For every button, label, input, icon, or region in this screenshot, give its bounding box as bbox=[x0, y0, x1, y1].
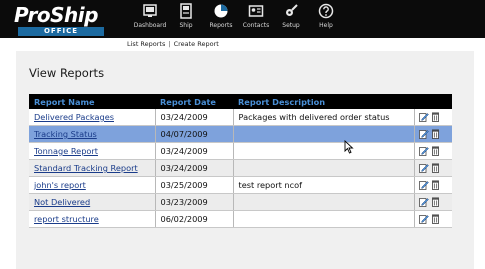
delete-icon[interactable] bbox=[431, 180, 440, 191]
nav-setup-label: Setup bbox=[282, 22, 300, 29]
nav-ship[interactable]: Ship bbox=[166, 3, 206, 29]
report-actions-cell bbox=[414, 125, 452, 143]
table-row[interactable]: Tonnage Report 03/24/2009 bbox=[29, 142, 452, 160]
report-name-link[interactable]: report structure bbox=[34, 214, 99, 224]
nav-help-label: Help bbox=[319, 22, 333, 29]
col-header-report-name[interactable]: Report Name bbox=[29, 94, 155, 109]
report-actions-cell bbox=[414, 159, 452, 177]
report-actions-cell bbox=[414, 210, 452, 228]
report-date-cell: 03/24/2009 bbox=[155, 142, 234, 160]
proship-logo[interactable]: ProShip OFFICE bbox=[14, 3, 112, 36]
col-header-report-description[interactable]: Report Description bbox=[233, 94, 414, 109]
table-row[interactable]: Delivered Packages 03/24/2009 Packages wit… bbox=[29, 109, 452, 126]
page-title: View Reports bbox=[29, 66, 105, 80]
nav-ship-label: Ship bbox=[179, 22, 193, 29]
nav-help[interactable]: Help bbox=[306, 3, 346, 29]
create-report-link[interactable]: Create Report bbox=[174, 40, 219, 48]
table-row[interactable]: john's report 03/25/2009 test report ncof bbox=[29, 176, 452, 194]
table-row[interactable]: Tracking Status 04/07/2009 bbox=[29, 125, 452, 143]
report-name-link[interactable]: Tonnage Report bbox=[34, 146, 98, 156]
nav-contacts-label: Contacts bbox=[242, 22, 270, 29]
nav-reports-label: Reports bbox=[209, 22, 233, 29]
report-description-cell bbox=[233, 125, 415, 143]
delete-icon[interactable] bbox=[431, 129, 440, 140]
report-date-cell: 04/07/2009 bbox=[155, 125, 234, 143]
report-name-link[interactable]: Not Delivered bbox=[34, 197, 90, 207]
edit-icon[interactable] bbox=[418, 180, 429, 191]
report-name-cell: Tracking Status bbox=[29, 125, 156, 143]
report-name-link[interactable]: Standard Tracking Report bbox=[34, 163, 138, 173]
edit-icon[interactable] bbox=[418, 197, 429, 208]
subnav-separator: | bbox=[168, 40, 171, 48]
report-actions-cell bbox=[414, 176, 452, 194]
report-date-cell: 06/02/2009 bbox=[155, 210, 234, 228]
sub-navigation: List Reports | Create Report bbox=[127, 38, 219, 51]
table-header-row: Report Name Report Date Report Descripti… bbox=[29, 94, 452, 109]
reports-icon bbox=[214, 4, 228, 18]
nav-dashboard[interactable]: Dashboard bbox=[130, 3, 170, 29]
mouse-pointer-icon bbox=[344, 140, 354, 154]
report-date-cell: 03/24/2009 bbox=[155, 109, 234, 126]
report-description-cell bbox=[233, 193, 415, 211]
edit-icon[interactable] bbox=[418, 163, 429, 174]
report-name-cell: Delivered Packages bbox=[29, 109, 156, 126]
delete-icon[interactable] bbox=[431, 197, 440, 208]
table-row[interactable]: report structure 06/02/2009 bbox=[29, 210, 452, 228]
table-row[interactable]: Standard Tracking Report 03/24/2009 bbox=[29, 159, 452, 177]
report-date-cell: 03/24/2009 bbox=[155, 159, 234, 177]
nav-dashboard-label: Dashboard bbox=[133, 22, 167, 29]
report-name-link[interactable]: Delivered Packages bbox=[34, 112, 114, 122]
delete-icon[interactable] bbox=[431, 214, 440, 225]
report-description-cell: Packages with delivered order status bbox=[233, 109, 415, 126]
ship-icon bbox=[180, 3, 192, 19]
logo-main-text: ProShip bbox=[14, 3, 98, 27]
report-name-cell: report structure bbox=[29, 210, 156, 228]
edit-icon[interactable] bbox=[418, 129, 429, 140]
report-actions-cell bbox=[414, 109, 452, 126]
nav-contacts[interactable]: Contacts bbox=[236, 3, 276, 29]
report-description-cell bbox=[233, 210, 415, 228]
delete-icon[interactable] bbox=[431, 112, 440, 123]
report-actions-cell bbox=[414, 142, 452, 160]
help-icon bbox=[318, 3, 334, 19]
report-name-link[interactable]: Tracking Status bbox=[34, 129, 97, 139]
report-description-cell: test report ncof bbox=[233, 176, 415, 194]
edit-icon[interactable] bbox=[418, 146, 429, 157]
report-name-cell: Standard Tracking Report bbox=[29, 159, 156, 177]
report-date-cell: 03/25/2009 bbox=[155, 176, 234, 194]
table-row[interactable]: Not Delivered 03/23/2009 bbox=[29, 193, 452, 211]
list-reports-link[interactable]: List Reports bbox=[127, 40, 165, 48]
delete-icon[interactable] bbox=[431, 146, 440, 157]
report-description-cell bbox=[233, 159, 415, 177]
report-actions-cell bbox=[414, 193, 452, 211]
report-name-cell: john's report bbox=[29, 176, 156, 194]
report-name-link[interactable]: john's report bbox=[34, 180, 86, 190]
nav-reports[interactable]: Reports bbox=[201, 3, 241, 29]
report-description-cell bbox=[233, 142, 415, 160]
dashboard-icon bbox=[143, 4, 157, 17]
top-header-bar: ProShip OFFICE Dashboard Ship Reports Co… bbox=[0, 0, 485, 38]
logo-office-badge: OFFICE bbox=[18, 27, 104, 36]
col-header-actions bbox=[414, 94, 452, 109]
setup-icon bbox=[286, 4, 298, 16]
delete-icon[interactable] bbox=[431, 163, 440, 174]
nav-setup[interactable]: Setup bbox=[271, 3, 311, 29]
reports-table: Report Name Report Date Report Descripti… bbox=[29, 94, 452, 228]
report-name-cell: Not Delivered bbox=[29, 193, 156, 211]
report-name-cell: Tonnage Report bbox=[29, 142, 156, 160]
reports-table-body: Delivered Packages 03/24/2009 Packages wit… bbox=[29, 109, 452, 228]
edit-icon[interactable] bbox=[418, 112, 429, 123]
edit-icon[interactable] bbox=[418, 214, 429, 225]
report-date-cell: 03/23/2009 bbox=[155, 193, 234, 211]
col-header-report-date[interactable]: Report Date bbox=[155, 94, 233, 109]
contacts-icon bbox=[248, 5, 264, 17]
